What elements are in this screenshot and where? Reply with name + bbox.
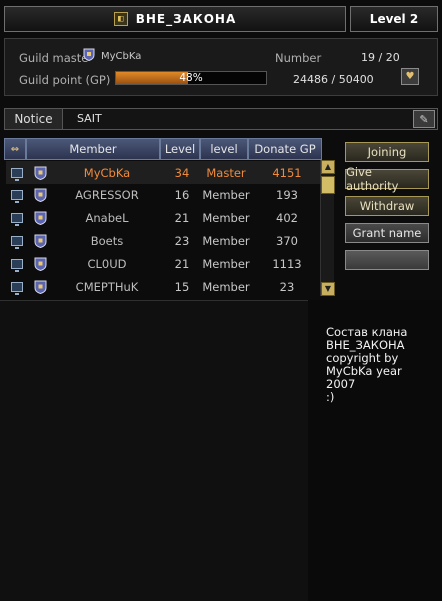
member-donate-gp: 23 bbox=[279, 279, 295, 294]
member-count-value: 19 / 20 bbox=[361, 51, 400, 64]
withdraw-button[interactable]: Withdraw bbox=[345, 196, 429, 216]
edit-notice-button[interactable]: ✎ bbox=[413, 110, 435, 128]
guild-shield-icon bbox=[34, 257, 46, 271]
notice-text: SAIT bbox=[77, 112, 102, 125]
swap-arrows-icon: ⇔ bbox=[10, 143, 20, 155]
emblem-cell bbox=[28, 280, 52, 294]
joining-button[interactable]: Joining bbox=[345, 142, 429, 162]
member-rank: Member bbox=[202, 256, 250, 271]
member-row[interactable]: AGRESSOR 16 Member 193 bbox=[6, 184, 324, 207]
guild-shield-icon bbox=[34, 188, 46, 203]
member-row[interactable]: Boets 23 Member 370 bbox=[6, 229, 324, 252]
guild-emblem-icon: ◧ bbox=[113, 12, 128, 26]
member-level: 23 bbox=[174, 233, 190, 248]
member-rank: Master bbox=[206, 165, 246, 180]
status-cell bbox=[6, 190, 28, 204]
member-donate-gp: 402 bbox=[276, 211, 298, 226]
guild-shield-icon bbox=[34, 211, 46, 226]
status-cell bbox=[6, 258, 28, 272]
computer-status-icon bbox=[11, 213, 23, 227]
guild-point-value: 24486 / 50400 bbox=[293, 73, 374, 86]
member-count-label: Number bbox=[275, 51, 322, 65]
member-row[interactable]: CL0UD 21 Member 1113 bbox=[6, 252, 324, 275]
status-cell bbox=[6, 167, 28, 181]
member-row[interactable]: MyCbKa 34 Master 4151 bbox=[6, 161, 324, 184]
member-row[interactable]: AnabeL 21 Member 402 bbox=[6, 207, 324, 230]
guild-shield-icon bbox=[34, 166, 46, 180]
member-donate-gp: 193 bbox=[276, 188, 298, 203]
member-rank: Member bbox=[202, 211, 250, 226]
guild-shield-icon bbox=[83, 48, 95, 61]
emblem-cell bbox=[28, 211, 52, 226]
guild-shield-icon bbox=[34, 280, 46, 294]
guild-master-label: Guild maste bbox=[19, 51, 89, 65]
emblem-cell bbox=[28, 257, 52, 271]
computer-status-icon bbox=[11, 167, 23, 181]
emblem-cell bbox=[28, 166, 52, 180]
empty-button[interactable] bbox=[345, 250, 429, 270]
scroll-thumb[interactable] bbox=[321, 176, 335, 194]
title-bar: ◧ ВНЕ_ЗАКОНА bbox=[4, 6, 346, 32]
column-header-level[interactable]: Level bbox=[160, 138, 200, 160]
guild-master-name: MyCbKa bbox=[101, 51, 142, 62]
emblem-cell bbox=[28, 234, 52, 248]
member-table-header: ⇔ Member Level level Donate GP bbox=[4, 138, 322, 160]
member-level: 34 bbox=[174, 165, 190, 180]
sort-toggle-button[interactable]: ⇔ bbox=[4, 138, 26, 160]
member-row[interactable]: CMEPTHuK 15 Member 23 bbox=[6, 275, 324, 298]
heart-icon: ♥ bbox=[405, 71, 415, 82]
computer-status-icon bbox=[11, 235, 23, 249]
member-rank: Member bbox=[202, 279, 250, 294]
member-name: CMEPTHuK bbox=[75, 279, 139, 294]
member-list-continued bbox=[0, 300, 308, 601]
guild-point-progress-bar: 48% bbox=[115, 71, 267, 85]
member-level: 21 bbox=[174, 256, 190, 271]
member-donate-gp: 370 bbox=[276, 233, 298, 248]
guild-shield-icon bbox=[34, 234, 46, 248]
column-header-donate-gp[interactable]: Donate GP bbox=[248, 138, 322, 160]
member-name: Boets bbox=[90, 233, 124, 248]
guild-name: ВНЕ_ЗАКОНА bbox=[135, 12, 237, 26]
member-name: AGRESSOR bbox=[75, 188, 139, 203]
member-name: MyCbKa bbox=[83, 165, 131, 180]
guild-point-percent: 48% bbox=[179, 72, 203, 84]
status-cell bbox=[6, 235, 28, 249]
notice-row: Notice SAIT ✎ bbox=[4, 108, 438, 130]
member-rank: Member bbox=[202, 188, 250, 203]
guild-level: Level 2 bbox=[350, 6, 438, 32]
column-header-member[interactable]: Member bbox=[26, 138, 160, 160]
donate-gp-button[interactable]: ♥ bbox=[401, 68, 419, 85]
member-name: AnabeL bbox=[85, 211, 129, 226]
member-name: CL0UD bbox=[87, 256, 127, 271]
computer-status-icon bbox=[11, 258, 23, 272]
grant-name-button[interactable]: Grant name bbox=[345, 223, 429, 243]
scroll-down-arrow-icon[interactable]: ▼ bbox=[321, 282, 335, 296]
status-cell bbox=[6, 213, 28, 227]
emblem-cell bbox=[28, 188, 52, 203]
notice-label: Notice bbox=[5, 109, 63, 129]
member-list-scrollbar[interactable]: ▲ ▼ bbox=[320, 160, 335, 296]
member-level: 16 bbox=[174, 188, 190, 203]
computer-status-icon bbox=[11, 190, 23, 204]
computer-status-icon bbox=[11, 281, 23, 295]
scroll-up-arrow-icon[interactable]: ▲ bbox=[321, 160, 335, 174]
column-header-rank[interactable]: level bbox=[200, 138, 248, 160]
member-donate-gp: 1113 bbox=[272, 256, 302, 271]
member-donate-gp: 4151 bbox=[272, 165, 302, 180]
pencil-icon: ✎ bbox=[419, 112, 429, 126]
guild-point-label: Guild point (GP) bbox=[19, 73, 111, 87]
member-level: 15 bbox=[174, 279, 190, 294]
guild-info-panel: Guild maste MyCbKa Number 19 / 20 Guild … bbox=[4, 38, 438, 96]
member-level: 21 bbox=[174, 211, 190, 226]
member-rank: Member bbox=[202, 233, 250, 248]
clan-note-text: Состав клана ВНЕ_ЗАКОНА copyright by MyC… bbox=[326, 325, 408, 404]
give-authority-button[interactable]: Give authority bbox=[345, 165, 429, 193]
status-cell bbox=[6, 281, 28, 295]
